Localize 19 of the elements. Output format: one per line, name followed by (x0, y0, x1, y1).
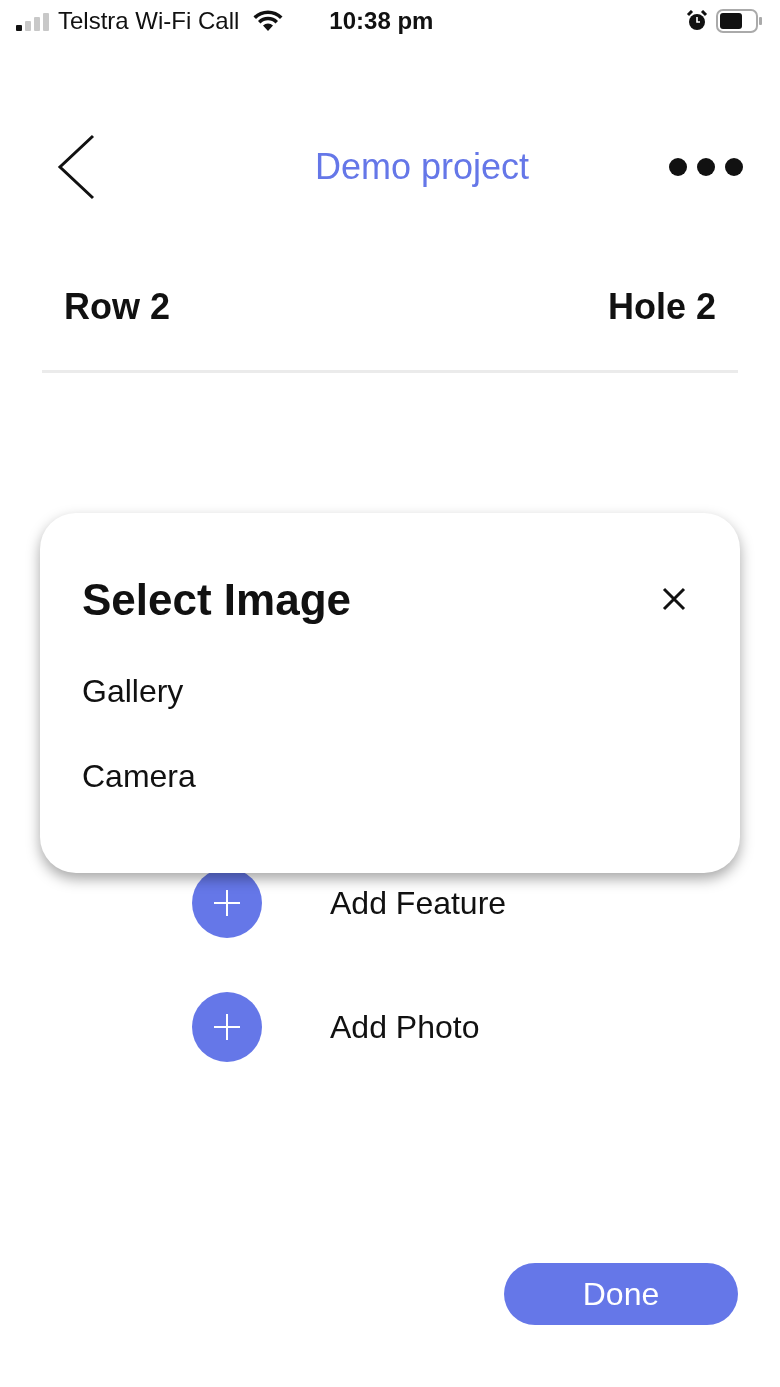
hole-label: Hole 2 (607, 286, 716, 328)
action-label: Add Feature (330, 884, 507, 922)
project-title: Demo project (314, 146, 530, 188)
signal-icon (16, 13, 50, 31)
alarm-icon (686, 10, 708, 32)
more-options-button[interactable] (668, 157, 744, 177)
back-button[interactable] (56, 134, 96, 200)
plus-icon (212, 1012, 242, 1042)
dialog-option[interactable]: Camera (82, 758, 196, 795)
status-time: 10:38 pm (329, 7, 434, 35)
plus-icon (212, 888, 242, 918)
row-label: Row 2 (64, 286, 170, 328)
wifi-icon (253, 10, 284, 32)
carrier-name: Telstra Wi-Fi Call (58, 7, 240, 35)
dialog-title: Select Image (82, 575, 352, 625)
action-label: Add Photo (330, 1008, 480, 1046)
battery-icon (716, 9, 762, 33)
dialog-option[interactable]: Gallery (82, 673, 184, 710)
done-button[interactable]: Done (504, 1263, 738, 1325)
